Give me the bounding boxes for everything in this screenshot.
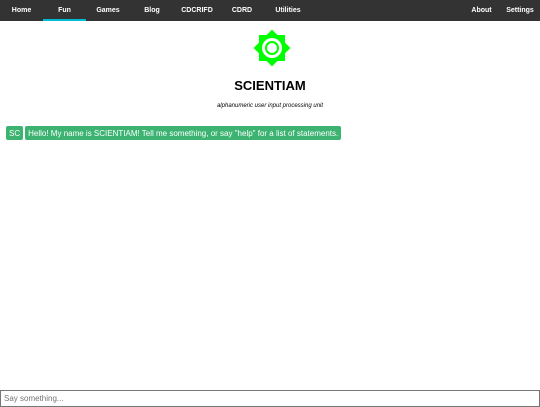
page-subtitle: alphanumeric user input processing unit bbox=[216, 103, 324, 109]
top-navbar: Home Fun Games Blog CDCRIFD CDRD Utiliti… bbox=[0, 0, 540, 21]
nav-item-label: Games bbox=[96, 7, 120, 14]
nav-item-fun[interactable]: Fun bbox=[43, 0, 86, 21]
nav-item-label: Fun bbox=[58, 7, 71, 14]
logo-svg bbox=[253, 29, 291, 67]
nav-item-cdcrifd[interactable]: CDCRIFD bbox=[174, 0, 220, 21]
nav-item-home[interactable]: Home bbox=[0, 0, 43, 21]
chat-input-bar bbox=[0, 388, 540, 407]
nav-item-label: Utilities bbox=[275, 7, 301, 14]
chat-input[interactable] bbox=[0, 390, 540, 407]
nav-item-games[interactable]: Games bbox=[86, 0, 130, 21]
nav-item-label: CDCRIFD bbox=[181, 7, 213, 14]
green-octagram-ring-icon bbox=[251, 27, 293, 69]
nav-item-label: Home bbox=[11, 7, 32, 14]
nav-item-about[interactable]: About bbox=[463, 0, 500, 21]
nav-item-label: CDRD bbox=[231, 7, 253, 14]
logo-ring-inner bbox=[267, 43, 277, 53]
nav-item-label: Settings bbox=[506, 7, 534, 14]
nav-left-group: Home Fun Games Blog CDCRIFD CDRD Utiliti… bbox=[0, 0, 312, 21]
nav-item-label: Blog bbox=[144, 7, 160, 14]
message-bubble: Hello! My name is SCIENTIAM! Tell me som… bbox=[25, 126, 342, 140]
nav-item-settings[interactable]: Settings bbox=[500, 0, 540, 21]
avatar: SC bbox=[6, 126, 24, 140]
nav-item-label: About bbox=[471, 7, 492, 14]
nav-item-blog[interactable]: Blog bbox=[130, 0, 174, 21]
nav-right-group: About Settings bbox=[463, 0, 540, 21]
nav-item-utilities[interactable]: Utilities bbox=[264, 0, 312, 21]
page-title: SCIENTIAM bbox=[234, 78, 306, 93]
nav-item-cdrd[interactable]: CDRD bbox=[220, 0, 264, 21]
chat-message: SC Hello! My name is SCIENTIAM! Tell me … bbox=[6, 126, 534, 140]
